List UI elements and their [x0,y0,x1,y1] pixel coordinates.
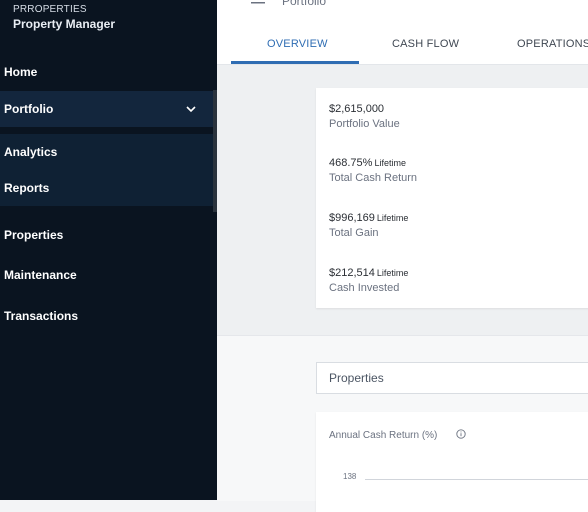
info-icon[interactable] [456,429,466,439]
annual-cash-return-card: Annual Cash Return (%) 138 [316,412,588,512]
main-content: Portfolio OVERVIEW CASH FLOW OPERATIONS … [217,0,588,512]
y-tick-label: 138 [343,472,357,481]
metric-qualifier: Lifetime [374,158,406,168]
properties-select[interactable]: Properties [316,362,588,394]
metric-label: Cash Invested [329,282,400,294]
tab-overview[interactable]: OVERVIEW [267,38,328,50]
sidebar-item-transactions[interactable]: Transactions [0,298,213,334]
sidebar-item-label: Analytics [4,145,58,159]
menu-icon[interactable] [251,0,265,6]
metric-value: $2,615,000 [329,103,385,115]
sidebar-item-label: Reports [4,181,50,195]
sidebar-item-analytics[interactable]: Analytics [0,134,213,170]
portfolio-summary-card: $2,615,000 Portfolio Value 468.75% Lifeti… [316,88,588,308]
sidebar-item-label: Home [4,65,38,79]
sidebar: PRROPERTIES Property Manager Home Portfo… [0,0,217,500]
metric-total-gain: $996,169 Lifetime Total Gain [329,212,408,239]
chevron-down-icon[interactable] [185,103,197,115]
metric-cash-invested: $212,514 Lifetime Cash Invested [329,267,408,294]
metric-label: Total Cash Return [329,172,418,184]
tab-operations[interactable]: OPERATIONS [517,38,588,50]
sidebar-item-label: Properties [4,228,64,242]
metric-qualifier: Lifetime [376,213,409,223]
metric-portfolio-value: $2,615,000 Portfolio Value [329,103,400,130]
chart-title: Annual Cash Return (%) [329,430,438,441]
metric-qualifier: Lifetime [376,268,409,278]
tab-cash-flow[interactable]: CASH FLOW [392,38,459,50]
metric-value: $996,169 [329,212,375,224]
metric-label: Portfolio Value [329,118,400,130]
sidebar-item-label: Portfolio [4,102,54,116]
sidebar-item-label: Transactions [4,309,79,323]
brand: PRROPERTIES Property Manager [13,4,115,31]
sidebar-item-portfolio[interactable]: Portfolio [0,91,213,127]
sidebar-item-maintenance[interactable]: Maintenance [0,257,213,293]
chart-gridline [365,479,588,480]
brand-subtitle: PRROPERTIES [13,4,87,15]
metric-total-cash-return: 468.75% Lifetime Total Cash Return [329,157,417,184]
sidebar-item-label: Maintenance [4,268,77,282]
breadcrumb: Portfolio [282,0,327,8]
top-bar: Portfolio OVERVIEW CASH FLOW OPERATIONS [217,0,588,65]
metric-label: Total Gain [329,227,379,239]
sidebar-item-reports[interactable]: Reports [0,170,213,206]
active-tab-indicator [231,61,359,64]
brand-title: Property Manager [13,17,116,31]
sidebar-item-properties[interactable]: Properties [0,217,213,253]
metric-value: 468.75% [329,157,373,169]
metric-value: $212,514 [329,267,375,279]
sidebar-item-home[interactable]: Home [0,54,213,90]
